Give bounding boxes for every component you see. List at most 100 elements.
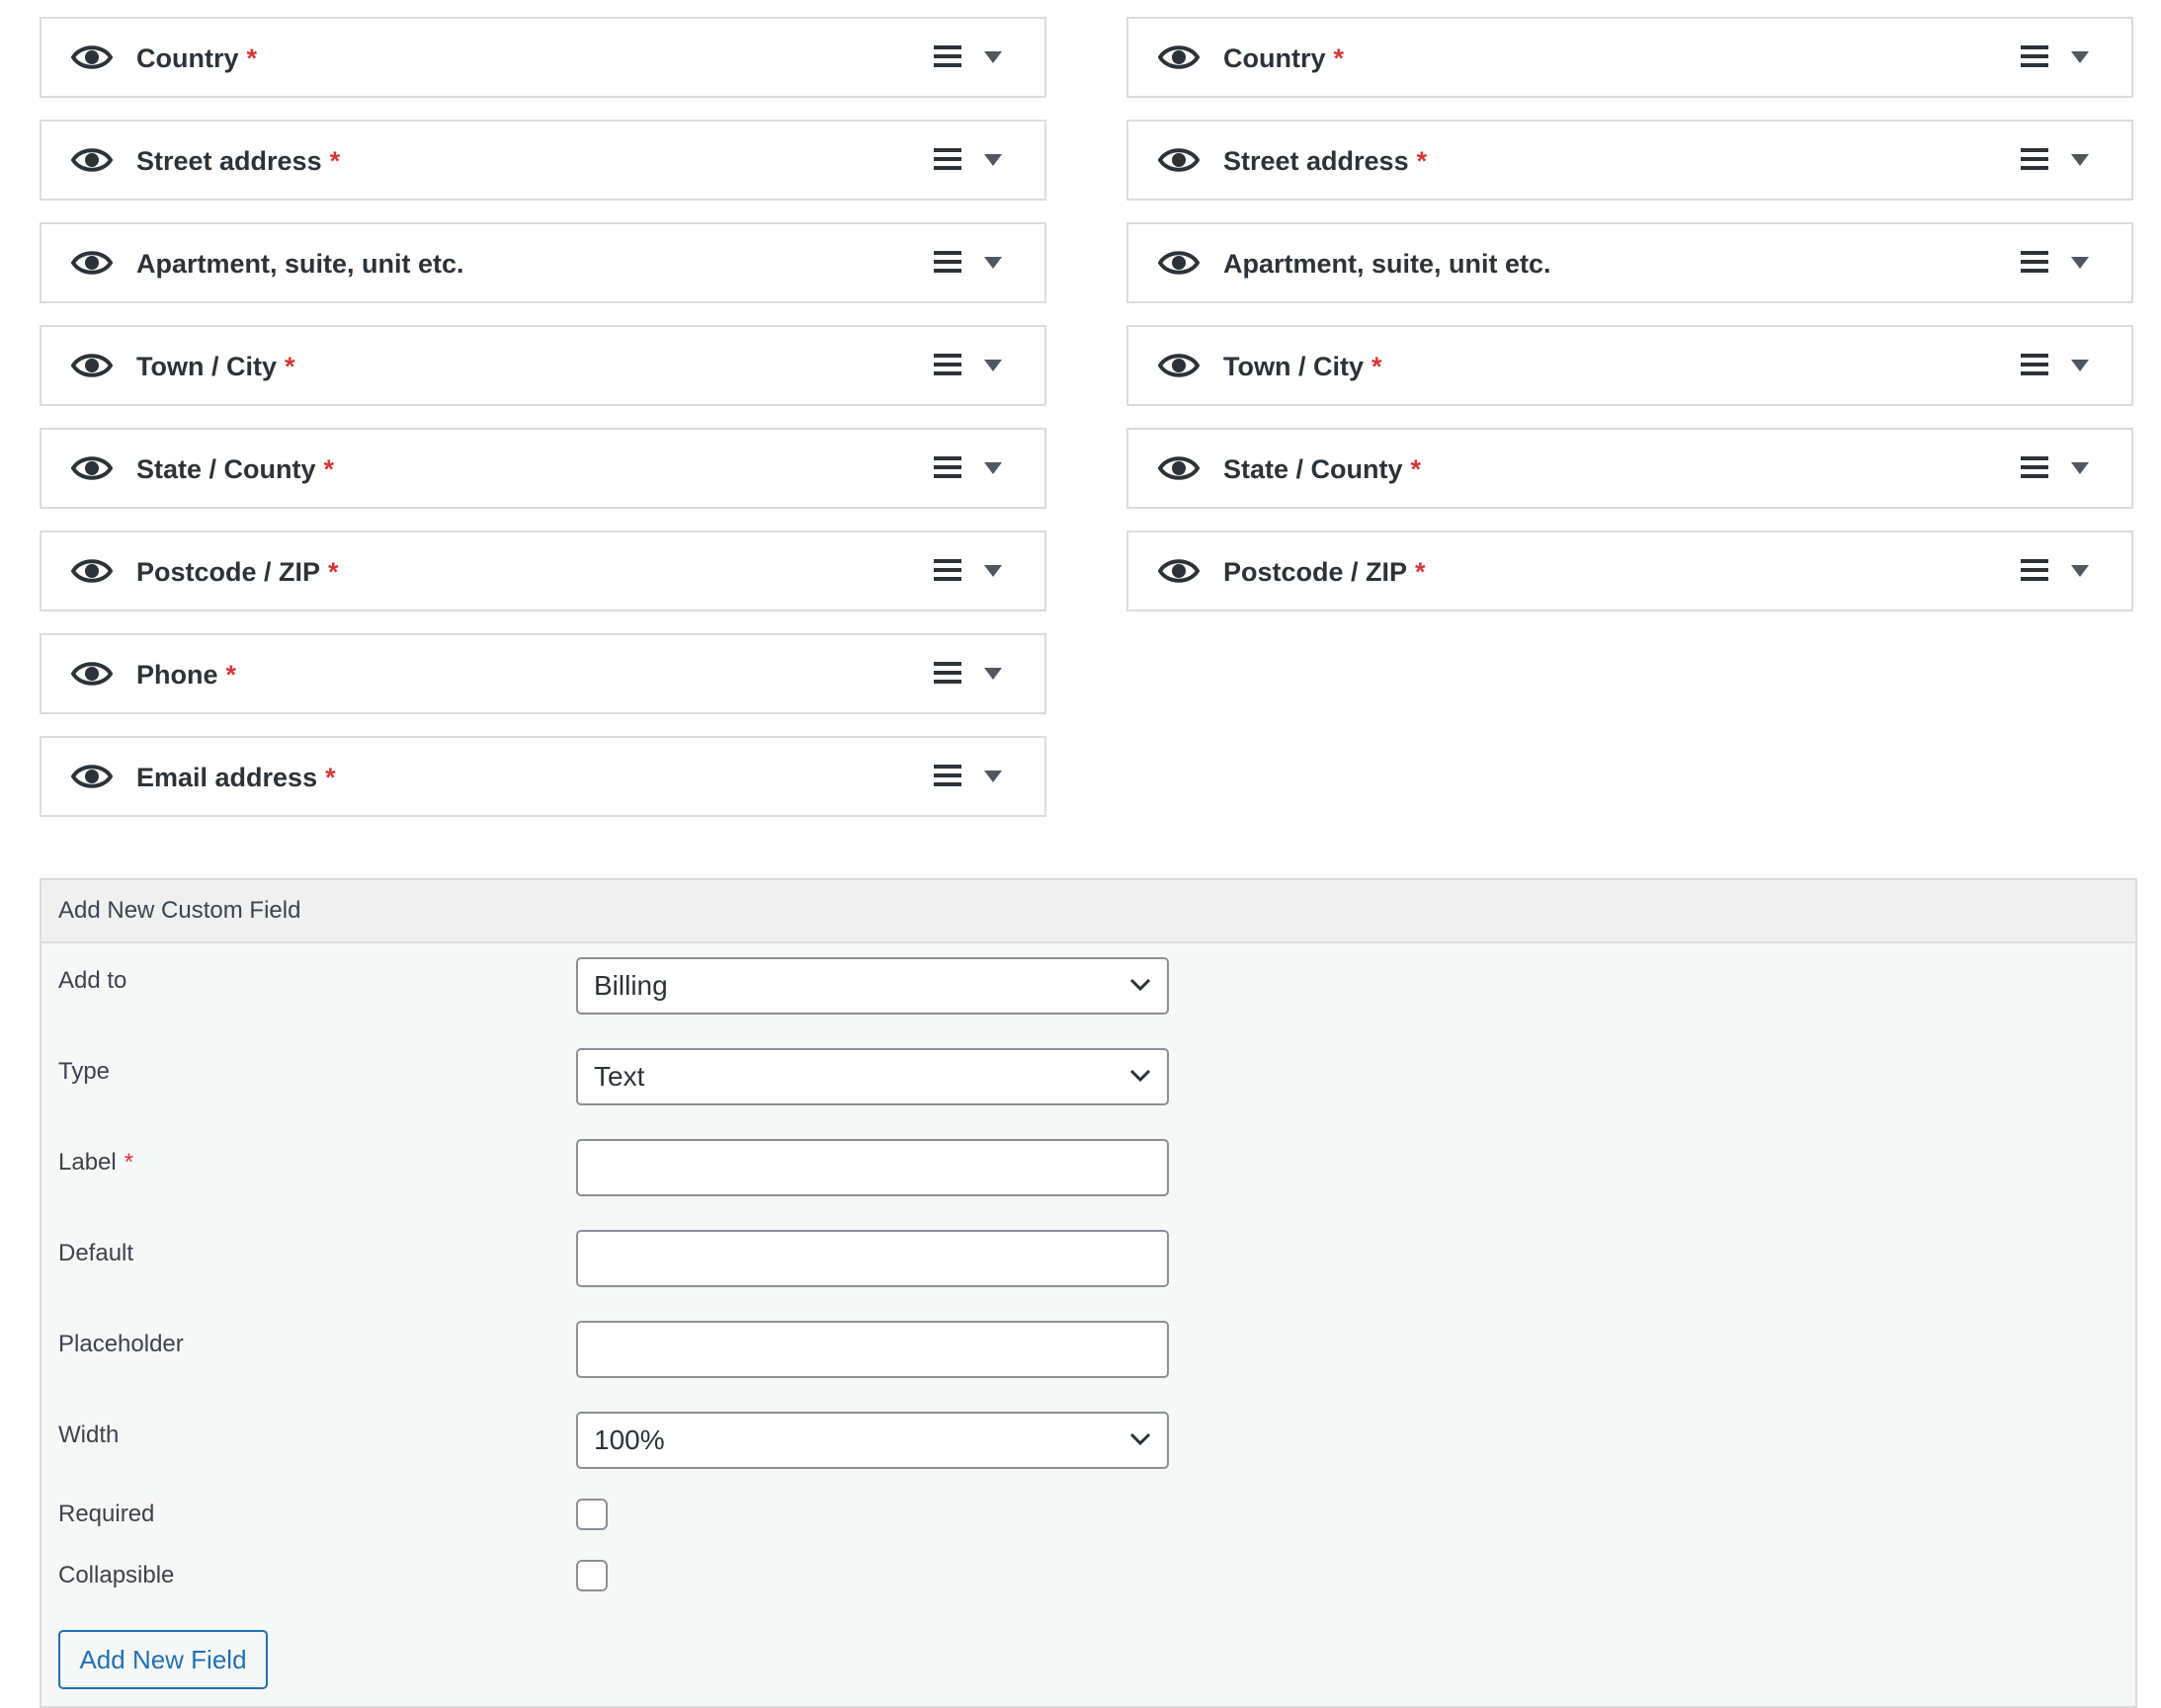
field-label: Phone * [136, 660, 237, 690]
width-select[interactable]: 100% [576, 1412, 1169, 1469]
caret-down-icon[interactable] [984, 257, 1002, 269]
required-asterisk: * [1410, 454, 1422, 484]
eye-icon[interactable] [1158, 350, 1200, 381]
eye-icon[interactable] [71, 555, 113, 587]
required-label: Required [58, 1501, 155, 1527]
field-label: Apartment, suite, unit etc. [1223, 249, 1551, 279]
caret-down-icon[interactable] [2071, 360, 2089, 371]
eye-icon[interactable] [1158, 41, 1200, 73]
billing_fields-field-row[interactable]: Town / City * [40, 325, 1046, 406]
billing_fields-field-row[interactable]: Postcode / ZIP * [40, 530, 1046, 611]
eye-icon[interactable] [71, 658, 113, 690]
billing_fields-field-row[interactable]: Phone * [40, 633, 1046, 714]
add-to-label: Add to [58, 967, 127, 994]
billing-fields-list: Country * Street address * Apartment, suit… [40, 17, 1046, 839]
caret-down-icon[interactable] [984, 51, 1002, 63]
width-value: 100% [594, 1424, 665, 1455]
type-select[interactable]: Text [576, 1048, 1169, 1105]
hamburger-menu-icon[interactable] [2020, 454, 2049, 480]
caret-down-icon[interactable] [984, 462, 1002, 474]
caret-down-icon[interactable] [984, 154, 1002, 166]
required-asterisk: * [323, 454, 335, 484]
required-asterisk: * [328, 557, 339, 587]
field-label: Street address * [136, 146, 341, 176]
caret-down-icon[interactable] [2071, 154, 2089, 166]
required-asterisk: * [1416, 146, 1428, 176]
required-asterisk: * [1415, 557, 1426, 587]
add-new-field-button[interactable]: Add New Field [58, 1630, 268, 1689]
hamburger-menu-icon[interactable] [933, 352, 962, 377]
required-asterisk: * [225, 660, 237, 690]
caret-down-icon[interactable] [2071, 565, 2089, 577]
eye-icon[interactable] [71, 41, 113, 73]
panel-title: Add New Custom Field [42, 880, 2135, 943]
caret-down-icon[interactable] [2071, 462, 2089, 474]
caret-down-icon[interactable] [2071, 257, 2089, 269]
add-custom-field-panel: Add New Custom Field Add to Billing Type… [40, 878, 2137, 1708]
required-checkbox[interactable] [576, 1499, 608, 1530]
caret-down-icon[interactable] [984, 360, 1002, 371]
hamburger-menu-icon[interactable] [2020, 43, 2049, 69]
billing_fields-field-row[interactable]: State / County * [40, 428, 1046, 509]
hamburger-menu-icon[interactable] [933, 763, 962, 788]
field-label: Postcode / ZIP * [1223, 557, 1426, 587]
width-label: Width [58, 1422, 120, 1448]
collapsible-label: Collapsible [58, 1562, 175, 1588]
hamburger-menu-icon[interactable] [933, 43, 962, 69]
hamburger-menu-icon[interactable] [2020, 557, 2049, 583]
caret-down-icon[interactable] [984, 668, 1002, 680]
field-label: Town / City * [136, 352, 295, 381]
caret-down-icon[interactable] [2071, 51, 2089, 63]
hamburger-menu-icon[interactable] [933, 146, 962, 172]
shipping_fields-field-row[interactable]: Town / City * [1126, 325, 2133, 406]
eye-icon[interactable] [1158, 452, 1200, 484]
hamburger-menu-icon[interactable] [933, 454, 962, 480]
collapsible-checkbox[interactable] [576, 1560, 608, 1591]
field-label: Postcode / ZIP * [136, 557, 339, 587]
eye-icon[interactable] [71, 144, 113, 176]
field-label: Country * [1223, 43, 1345, 73]
shipping_fields-field-row[interactable]: State / County * [1126, 428, 2133, 509]
field-label: State / County * [136, 454, 335, 484]
shipping_fields-field-row[interactable]: Postcode / ZIP * [1126, 530, 2133, 611]
label-input[interactable] [576, 1139, 1169, 1196]
hamburger-menu-icon[interactable] [933, 249, 962, 275]
hamburger-menu-icon[interactable] [933, 660, 962, 686]
placeholder-input[interactable] [576, 1321, 1169, 1378]
type-value: Text [594, 1061, 645, 1092]
shipping_fields-field-row[interactable]: Street address * [1126, 120, 2133, 201]
required-asterisk: * [1371, 352, 1382, 381]
billing_fields-field-row[interactable]: Email address * [40, 736, 1046, 817]
eye-icon[interactable] [71, 452, 113, 484]
chevron-down-icon [1129, 978, 1151, 992]
eye-icon[interactable] [71, 247, 113, 279]
hamburger-menu-icon[interactable] [933, 557, 962, 583]
caret-down-icon[interactable] [984, 771, 1002, 782]
shipping-fields-list: Country * Street address * Apartment, suit… [1126, 17, 2133, 633]
field-label: Email address * [136, 763, 336, 792]
required-asterisk: * [329, 146, 341, 176]
eye-icon[interactable] [1158, 144, 1200, 176]
eye-icon[interactable] [1158, 247, 1200, 279]
caret-down-icon[interactable] [984, 565, 1002, 577]
hamburger-menu-icon[interactable] [2020, 352, 2049, 377]
shipping_fields-field-row[interactable]: Country * [1126, 17, 2133, 98]
add-to-value: Billing [594, 970, 668, 1001]
billing_fields-field-row[interactable]: Apartment, suite, unit etc. [40, 222, 1046, 303]
eye-icon[interactable] [71, 350, 113, 381]
field-label: Town / City * [1223, 352, 1382, 381]
billing_fields-field-row[interactable]: Country * [40, 17, 1046, 98]
chevron-down-icon [1129, 1432, 1151, 1446]
chevron-down-icon [1129, 1069, 1151, 1083]
hamburger-menu-icon[interactable] [2020, 146, 2049, 172]
hamburger-menu-icon[interactable] [2020, 249, 2049, 275]
label-label: Label * [58, 1149, 134, 1176]
field-label: Country * [136, 43, 258, 73]
shipping_fields-field-row[interactable]: Apartment, suite, unit etc. [1126, 222, 2133, 303]
eye-icon[interactable] [1158, 555, 1200, 587]
eye-icon[interactable] [71, 761, 113, 792]
billing_fields-field-row[interactable]: Street address * [40, 120, 1046, 201]
default-input[interactable] [576, 1230, 1169, 1287]
field-label: State / County * [1223, 454, 1422, 484]
add-to-select[interactable]: Billing [576, 957, 1169, 1015]
